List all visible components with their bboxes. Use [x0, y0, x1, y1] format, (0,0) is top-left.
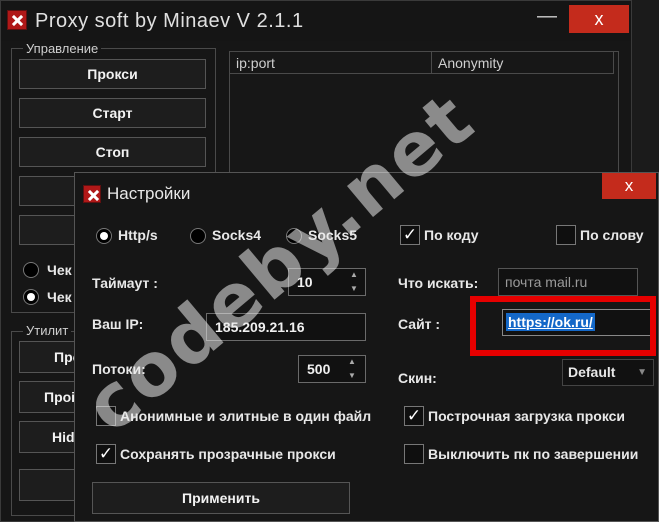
stepper-down-icon[interactable]: ▼	[346, 282, 362, 296]
settings-logo-icon	[83, 185, 101, 203]
skin-label: Скин:	[398, 370, 437, 386]
main-titlebar[interactable]: Proxy soft by Minaev V 2.1.1 — x	[1, 1, 631, 41]
site-label: Сайт :	[398, 316, 441, 332]
skin-dropdown[interactable]: Default ▼	[562, 359, 654, 386]
chevron-down-icon: ▼	[637, 367, 647, 378]
timeout-label: Таймаут :	[92, 275, 158, 291]
close-button[interactable]: x	[569, 5, 629, 33]
minimize-button[interactable]: —	[527, 6, 567, 31]
check-radio-2-label: Чек	[47, 289, 72, 305]
stepper-up-icon[interactable]: ▲	[346, 268, 362, 282]
stepper-down-icon[interactable]: ▼	[344, 369, 360, 383]
stop-button[interactable]: Стоп	[19, 137, 206, 167]
settings-title: Настройки	[107, 184, 191, 203]
window-title: Proxy soft by Minaev V 2.1.1	[35, 10, 304, 32]
ip-port-column-header[interactable]: ip:port	[230, 52, 432, 74]
start-button[interactable]: Старт	[19, 98, 206, 128]
socks4-radio[interactable]	[190, 228, 206, 244]
by-word-checkbox[interactable]	[556, 225, 576, 245]
check-radio-1-label: Чек	[47, 262, 72, 278]
check-radio-1[interactable]	[23, 262, 39, 278]
threads-value: 500	[307, 361, 331, 377]
anonymity-column-header[interactable]: Anonymity	[432, 52, 614, 74]
check-radio-2[interactable]	[23, 289, 39, 305]
save-transparent-checkbox[interactable]: ✓	[96, 444, 116, 464]
search-what-label: Что искать:	[398, 275, 479, 291]
line-load-checkbox[interactable]: ✓	[404, 406, 424, 426]
http-radio-label: Http/s	[118, 227, 158, 243]
shutdown-checkbox[interactable]	[404, 444, 424, 464]
skin-value: Default	[568, 364, 616, 380]
by-word-label: По слову	[580, 227, 644, 243]
app-logo-icon	[7, 10, 27, 30]
proxies-button[interactable]: Прокси	[19, 59, 206, 89]
search-what-field[interactable]: почта mail.ru	[498, 268, 638, 296]
by-code-checkbox[interactable]: ✓	[400, 225, 420, 245]
site-highlight-box	[470, 296, 656, 356]
by-code-label: По коду	[424, 227, 479, 243]
threads-stepper[interactable]: ▲ ▼	[344, 355, 360, 383]
save-transparent-label: Сохранять прозрачные прокси	[120, 446, 336, 462]
settings-close-button[interactable]: x	[602, 173, 656, 199]
control-group-label: Управление	[23, 41, 102, 56]
utilities-group-label: Утилит	[23, 323, 72, 338]
timeout-stepper[interactable]: ▲ ▼	[346, 268, 362, 296]
apply-button[interactable]: Применить	[92, 482, 350, 514]
line-load-label: Построчная загрузка прокси	[428, 408, 626, 424]
stepper-up-icon[interactable]: ▲	[344, 355, 360, 369]
shutdown-label: Выключить пк по завершении	[428, 446, 639, 462]
http-radio[interactable]	[96, 228, 112, 244]
